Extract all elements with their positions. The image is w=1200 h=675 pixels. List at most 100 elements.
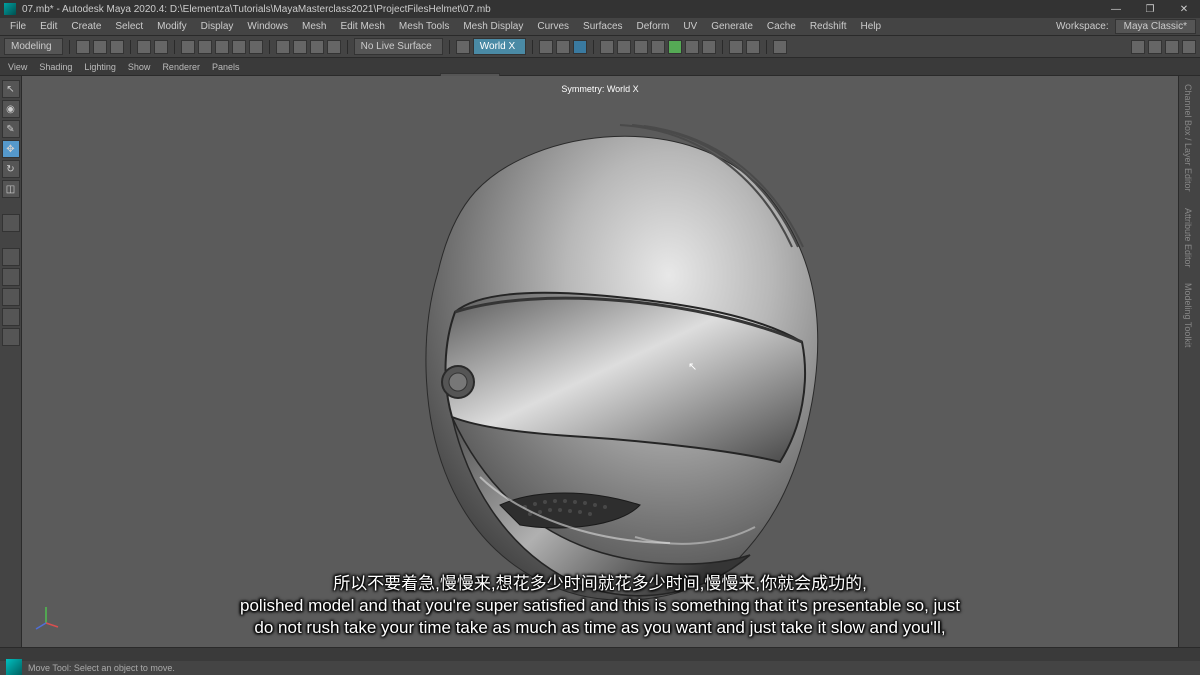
menu-modify[interactable]: Modify	[151, 21, 192, 32]
menu-generate[interactable]: Generate	[705, 21, 759, 32]
helmet-model	[360, 117, 840, 607]
menu-surfaces[interactable]: Surfaces	[577, 21, 628, 32]
menu-deform[interactable]: Deform	[631, 21, 676, 32]
layout-four-icon[interactable]	[2, 268, 20, 286]
menu-editmesh[interactable]: Edit Mesh	[334, 21, 390, 32]
panel-show[interactable]: Show	[124, 62, 155, 72]
shelf-opt4-icon[interactable]	[1182, 40, 1196, 54]
menu-display[interactable]: Display	[195, 21, 240, 32]
new-scene-icon[interactable]	[76, 40, 90, 54]
window-title: 07.mb* - Autodesk Maya 2020.4: D:\Elemen…	[22, 4, 1104, 15]
snap-curve-icon[interactable]	[293, 40, 307, 54]
menu-meshdisplay[interactable]: Mesh Display	[457, 21, 529, 32]
menu-select[interactable]: Select	[109, 21, 149, 32]
select-mask5-icon[interactable]	[249, 40, 263, 54]
select-mask2-icon[interactable]	[198, 40, 212, 54]
snap-grid-icon[interactable]	[276, 40, 290, 54]
panel-shading[interactable]: Shading	[35, 62, 76, 72]
layout-hsplit-icon[interactable]	[2, 308, 20, 326]
channel-box-strip: Channel Box / Layer Editor Attribute Edi…	[1178, 76, 1200, 647]
menu-meshtools[interactable]: Mesh Tools	[393, 21, 455, 32]
layout3-icon[interactable]	[634, 40, 648, 54]
subtitle-line2: polished model and that you're super sat…	[60, 595, 1140, 617]
undo-icon[interactable]	[137, 40, 151, 54]
subtitle-line1: 所以不要着急,慢慢来,想花多少时间就花多少时间,慢慢来,你就会成功的,	[60, 573, 1140, 595]
redo-icon[interactable]	[154, 40, 168, 54]
paint-tool-icon[interactable]: ✎	[2, 120, 20, 138]
sym-toggle-icon[interactable]	[456, 40, 470, 54]
shelf-bar: Modeling No Live Surface World X	[0, 36, 1200, 58]
panel-panels[interactable]: Panels	[208, 62, 244, 72]
axis-gizmo-icon	[32, 603, 60, 631]
menu-help[interactable]: Help	[855, 21, 888, 32]
select-mask3-icon[interactable]	[215, 40, 229, 54]
menu-create[interactable]: Create	[65, 21, 107, 32]
layout-single-icon[interactable]	[2, 248, 20, 266]
subtitle-overlay: 所以不要着急,慢慢来,想花多少时间就花多少时间,慢慢来,你就会成功的, poli…	[60, 573, 1140, 639]
select-mask4-icon[interactable]	[232, 40, 246, 54]
layout4-icon[interactable]	[651, 40, 665, 54]
menu-curves[interactable]: Curves	[531, 21, 575, 32]
ipr-icon[interactable]	[539, 40, 553, 54]
layout-vsplit-icon[interactable]	[2, 288, 20, 306]
menu-windows[interactable]: Windows	[241, 21, 294, 32]
snap-point-icon[interactable]	[310, 40, 324, 54]
menubar: File Edit Create Select Modify Display W…	[0, 18, 1200, 36]
maximize-button[interactable]: ❐	[1138, 4, 1162, 15]
menu-edit[interactable]: Edit	[34, 21, 63, 32]
menu-uv[interactable]: UV	[677, 21, 703, 32]
layout7-icon[interactable]	[702, 40, 716, 54]
select-tool-icon[interactable]: ↖	[2, 80, 20, 98]
open-scene-icon[interactable]	[93, 40, 107, 54]
viewport-content	[22, 76, 1178, 647]
layout2-icon[interactable]	[617, 40, 631, 54]
play-prev-icon[interactable]	[729, 40, 743, 54]
menuset-dropdown[interactable]: Modeling	[4, 38, 63, 55]
workspace-dropdown[interactable]: Maya Classic*	[1115, 19, 1196, 34]
last-tool-icon[interactable]	[2, 214, 20, 232]
panel-renderer[interactable]: Renderer	[158, 62, 204, 72]
toolbox: ↖ ◉ ✎ ✥ ↻ ◫	[0, 76, 22, 647]
panel-toolbar: View Shading Lighting Show Renderer Pane…	[0, 58, 1200, 76]
attribute-tab[interactable]: Attribute Editor	[1179, 200, 1197, 276]
shelf-opt1-icon[interactable]	[1131, 40, 1145, 54]
menu-mesh[interactable]: Mesh	[296, 21, 332, 32]
symmetry-dropdown[interactable]: World X	[473, 38, 526, 55]
range-slider[interactable]	[0, 647, 1200, 661]
maya-logo-icon	[4, 3, 16, 15]
panel-lighting[interactable]: Lighting	[80, 62, 120, 72]
render-seq-icon[interactable]	[573, 40, 587, 54]
scale-tool-icon[interactable]: ◫	[2, 180, 20, 198]
cursor-icon: ↖	[688, 360, 697, 373]
titlebar: 07.mb* - Autodesk Maya 2020.4: D:\Elemen…	[0, 0, 1200, 18]
layout6-icon[interactable]	[685, 40, 699, 54]
subtitle-line3: do not rush take your time take as much …	[60, 617, 1140, 639]
menu-file[interactable]: File	[4, 21, 32, 32]
rotate-tool-icon[interactable]: ↻	[2, 160, 20, 178]
close-button[interactable]: ✕	[1172, 4, 1196, 15]
shelf-opt2-icon[interactable]	[1148, 40, 1162, 54]
play-next-icon[interactable]	[746, 40, 760, 54]
help-line: Move Tool: Select an object to move.	[0, 661, 1200, 675]
channelbox-tab[interactable]: Channel Box / Layer Editor	[1179, 76, 1197, 200]
select-mask-icon[interactable]	[181, 40, 195, 54]
modeling-toolkit-tab[interactable]: Modeling Toolkit	[1179, 275, 1197, 355]
shelf-opt3-icon[interactable]	[1165, 40, 1179, 54]
extra-icon[interactable]	[773, 40, 787, 54]
lasso-tool-icon[interactable]: ◉	[2, 100, 20, 118]
menu-cache[interactable]: Cache	[761, 21, 802, 32]
render-icon[interactable]	[556, 40, 570, 54]
minimize-button[interactable]: —	[1104, 4, 1128, 15]
layout-icon[interactable]	[600, 40, 614, 54]
save-scene-icon[interactable]	[110, 40, 124, 54]
maya-badge-icon	[6, 659, 22, 675]
snap-plane-icon[interactable]	[327, 40, 341, 54]
live-surface-dropdown[interactable]: No Live Surface	[354, 38, 443, 55]
layout5-icon[interactable]	[668, 40, 682, 54]
layout-outliner-icon[interactable]	[2, 328, 20, 346]
workspace-label: Workspace:	[1056, 21, 1109, 32]
panel-view[interactable]: View	[4, 62, 31, 72]
menu-redshift[interactable]: Redshift	[804, 21, 853, 32]
move-tool-icon[interactable]: ✥	[2, 140, 20, 158]
help-text: Move Tool: Select an object to move.	[28, 663, 175, 673]
